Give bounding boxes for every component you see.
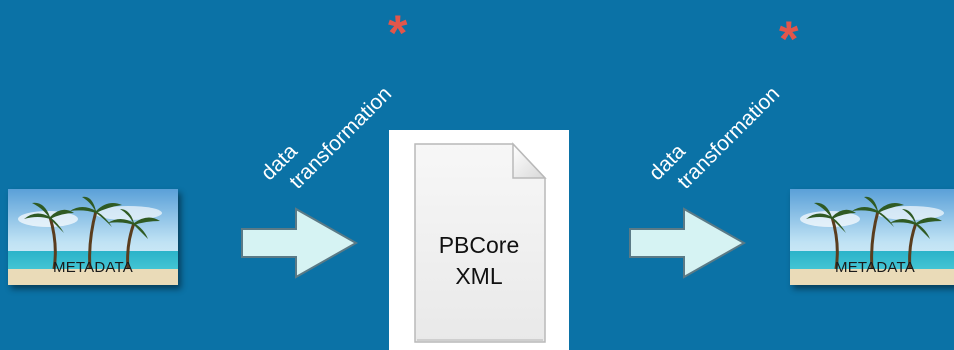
document-line1: PBCore [438, 232, 520, 258]
source-metadata-image: METADATA [8, 189, 178, 285]
asterisk-marker-left: * [388, 5, 408, 61]
document-line2: XML [455, 263, 503, 289]
transform-caption-right: data transformation [644, 63, 786, 205]
document-text: PBCore XML [415, 230, 543, 292]
target-metadata-image: METADATA [790, 189, 954, 285]
right-arrow-icon [241, 207, 358, 279]
source-metadata-label: METADATA [53, 259, 133, 276]
pbcore-xml-document: PBCore XML [389, 130, 569, 350]
workflow-diagram: METADATA data transformation * PBCore XM… [0, 0, 954, 350]
asterisk-marker-right: * [779, 11, 799, 67]
transform-caption-left: data transformation [256, 63, 398, 205]
right-arrow-icon [629, 207, 746, 279]
target-metadata-label: METADATA [835, 259, 915, 276]
